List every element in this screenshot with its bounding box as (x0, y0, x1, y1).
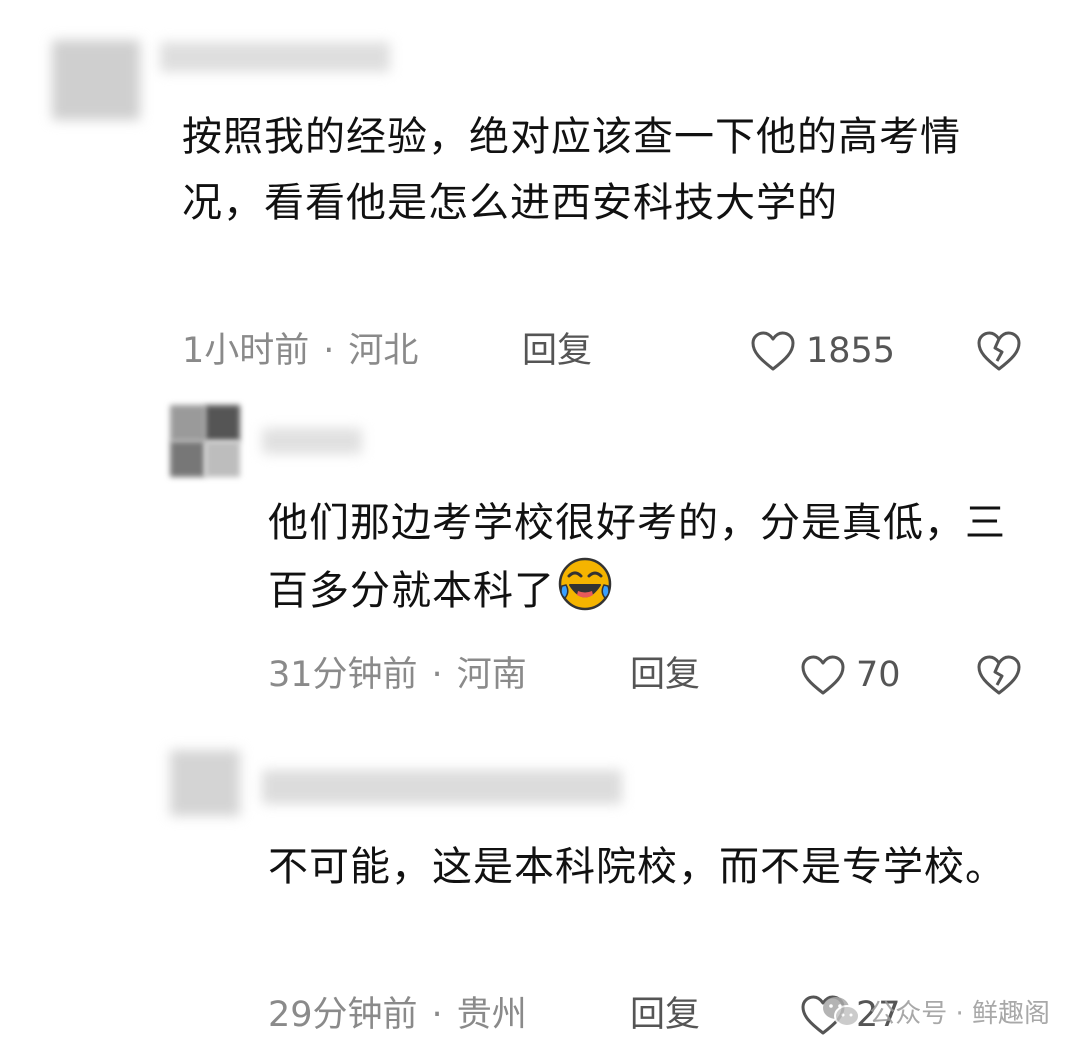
watermark-text: 公众号 · 鲜趣阁 (869, 999, 1050, 1029)
separator: · (431, 995, 443, 1035)
broken-heart-icon[interactable] (976, 652, 1022, 698)
like-button[interactable]: 70 (800, 650, 901, 700)
username[interactable] (262, 428, 362, 454)
comment-text-body: 他们那边考学校很好考的，分是真低，三百多分就本科了 (268, 500, 1006, 614)
comment-location: 河北 (348, 331, 419, 371)
separator: · (323, 331, 335, 371)
reply-button[interactable]: 回复 (522, 326, 592, 376)
reply-button[interactable]: 回复 (630, 650, 700, 700)
comment-location: 贵州 (456, 995, 527, 1035)
broken-heart-icon[interactable] (976, 328, 1022, 374)
laugh-cry-emoji (558, 557, 612, 611)
comment-thread: 按照我的经验，绝对应该查一下他的高考情况，看看他是怎么进西安科技大学的 1小时前… (0, 0, 1080, 1058)
comment-time: 29分钟前 (268, 995, 418, 1035)
avatar[interactable] (170, 405, 240, 477)
like-count: 1855 (806, 331, 896, 371)
avatar[interactable] (52, 40, 140, 120)
username[interactable] (262, 770, 622, 804)
comment-meta: 31分钟前 · 河南 (268, 650, 527, 700)
comment-text: 不可能，这是本科院校，而不是专学校。 (268, 844, 1006, 890)
comment-time: 1小时前 (182, 331, 310, 371)
avatar[interactable] (170, 750, 240, 816)
heart-outline-icon (751, 331, 795, 371)
comment-meta: 29分钟前 · 贵州 (268, 990, 527, 1040)
like-count: 70 (856, 655, 901, 695)
separator: · (431, 655, 443, 695)
username[interactable] (160, 42, 390, 72)
comment-time: 31分钟前 (268, 655, 418, 695)
heart-outline-icon (801, 655, 845, 695)
comment-text: 按照我的经验，绝对应该查一下他的高考情况，看看他是怎么进西安科技大学的 (182, 114, 961, 226)
comment-text: 他们那边考学校很好考的，分是真低，三百多分就本科了 (268, 490, 1038, 624)
comment-location: 河南 (456, 655, 527, 695)
wechat-icon (823, 996, 861, 1027)
watermark: 公众号 · 鲜趣阁 (821, 993, 1050, 1030)
reply-button[interactable]: 回复 (630, 990, 700, 1040)
like-button[interactable]: 1855 (750, 326, 895, 376)
comment-meta: 1小时前 · 河北 (182, 326, 418, 376)
